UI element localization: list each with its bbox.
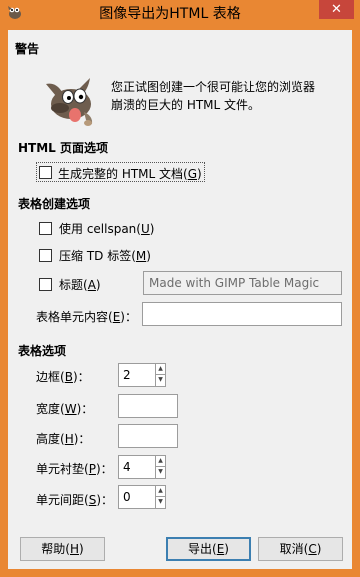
cell-spacing-value: 0: [123, 490, 131, 504]
cellspan-checkbox[interactable]: [39, 222, 52, 235]
cell-padding-value: 4: [123, 460, 131, 474]
cancel-button[interactable]: 取消(C): [258, 537, 343, 561]
height-input[interactable]: [118, 424, 178, 448]
spin-up-icon[interactable]: ▲: [155, 486, 165, 497]
cell-spacing-spin-arrows[interactable]: ▲ ▼: [155, 486, 165, 508]
table-options-heading: 表格选项: [18, 344, 67, 358]
warning-line-2: 崩溃的巨大的 HTML 文件。: [111, 98, 261, 112]
close-button[interactable]: ✕: [319, 0, 354, 19]
caption-input[interactable]: Made with GIMP Table Magic: [143, 271, 342, 295]
spin-down-icon[interactable]: ▼: [155, 467, 165, 478]
spin-down-icon[interactable]: ▼: [155, 375, 165, 386]
spin-up-icon[interactable]: ▲: [155, 456, 165, 467]
border-label: 边框(B)：: [36, 370, 90, 384]
compress-td-label[interactable]: 压缩 TD 标签(M): [59, 247, 151, 264]
cell-spacing-spinner[interactable]: 0 ▲ ▼: [118, 485, 166, 509]
title-bar: 图像导出为HTML 表格 ✕: [0, 0, 360, 25]
caption-label[interactable]: 标题(A): [59, 276, 101, 293]
cell-content-label: 表格单元内容(E)：: [36, 310, 137, 324]
border-spinner[interactable]: 2 ▲ ▼: [118, 363, 166, 387]
compress-td-checkbox[interactable]: [39, 249, 52, 262]
help-button[interactable]: 帮助(H): [20, 537, 105, 561]
wilber-mascot-icon: [46, 78, 93, 126]
width-input[interactable]: [118, 394, 178, 418]
cell-padding-spin-arrows[interactable]: ▲ ▼: [155, 456, 165, 478]
export-button[interactable]: 导出(E): [166, 537, 251, 561]
border-spin-arrows[interactable]: ▲ ▼: [155, 364, 165, 386]
width-label: 宽度(W)：: [36, 402, 94, 416]
table-creation-options-heading: 表格创建选项: [18, 197, 91, 211]
cell-content-input[interactable]: [142, 302, 342, 326]
window-title: 图像导出为HTML 表格: [99, 6, 241, 22]
height-label: 高度(H)：: [36, 432, 91, 446]
full-document-label: 生成完整的 HTML 文档(G): [58, 167, 202, 181]
warning-heading: 警告: [15, 42, 40, 56]
cell-spacing-label: 单元间距(S)：: [36, 493, 114, 507]
dialog-body: 警告 您正试图创建一个很可能让您的浏览器 崩溃的巨大的 HTML 文件。 HTM…: [8, 30, 352, 569]
full-document-checkbox[interactable]: [39, 166, 52, 179]
html-page-options-heading: HTML 页面选项: [18, 141, 108, 155]
warning-line-1: 您正试图创建一个很可能让您的浏览器: [111, 80, 316, 94]
caption-checkbox[interactable]: [39, 278, 52, 291]
cell-padding-label: 单元衬垫(P)：: [36, 462, 113, 476]
full-document-option[interactable]: 生成完整的 HTML 文档(G): [36, 162, 205, 182]
border-value: 2: [123, 368, 131, 382]
gimp-app-icon[interactable]: [6, 4, 23, 20]
spin-up-icon[interactable]: ▲: [155, 364, 165, 375]
cell-padding-spinner[interactable]: 4 ▲ ▼: [118, 455, 166, 479]
cellspan-label[interactable]: 使用 cellspan(U): [59, 220, 154, 237]
spin-down-icon[interactable]: ▼: [155, 497, 165, 508]
